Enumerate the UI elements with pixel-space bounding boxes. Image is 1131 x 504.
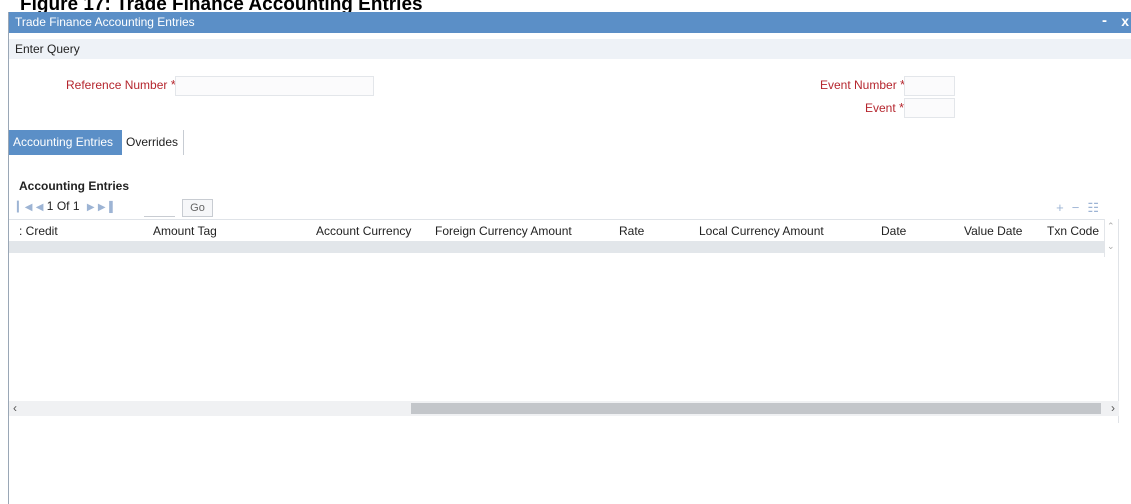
minimize-icon[interactable]: - [1102,12,1107,29]
horizontal-scrollbar[interactable]: ‹ › [9,401,1119,416]
add-row-icon[interactable]: + [1056,200,1072,215]
column-amount-tag[interactable]: Amount Tag [153,224,217,238]
column-debit-credit[interactable]: : Credit [19,224,58,238]
total-pages: 1 [72,199,80,213]
column-rate[interactable]: Rate [619,224,644,238]
tab-accounting-entries[interactable]: Accounting Entries [9,130,122,155]
scrollbar-thumb[interactable] [411,403,1101,414]
reference-number-field[interactable] [175,76,374,96]
grid-tools: +−☷ [1056,200,1107,216]
column-account-currency[interactable]: Account Currency [316,224,411,238]
enter-query-button[interactable]: Enter Query [15,42,80,56]
go-button[interactable]: Go [182,199,213,217]
prev-page-icon[interactable]: ◀ [36,202,44,213]
event-label: Event * [865,100,904,115]
event-label-text: Event [865,101,896,115]
close-icon[interactable]: x [1121,13,1129,29]
current-page: 1 [46,199,54,213]
column-value-date[interactable]: Value Date [964,224,1022,238]
scroll-down-icon[interactable]: ⌄ [1107,241,1115,252]
next-page-icon[interactable]: ▶ [87,202,95,213]
column-local-currency-amount[interactable]: Local Currency Amount [699,224,824,238]
first-page-icon[interactable]: ▎◀ [17,202,32,213]
reference-number-label: Reference Number * [66,77,176,92]
trade-finance-accounting-window: Trade Finance Accounting Entries - x Ent… [8,12,1131,504]
title-bar: Trade Finance Accounting Entries - x [9,12,1131,33]
scroll-up-icon[interactable]: ⌃ [1107,221,1115,232]
event-number-label: Event Number * [820,77,905,92]
last-page-icon[interactable]: ▶▐ [98,202,113,213]
scroll-left-icon[interactable]: ‹ [13,401,17,415]
event-field[interactable] [904,98,955,118]
remove-row-icon[interactable]: − [1072,200,1088,215]
menu-bar: Enter Query [9,39,1131,59]
event-number-label-text: Event Number [820,78,897,92]
event-number-field[interactable] [904,76,955,96]
vertical-scrollbar[interactable]: ⌃ ⌄ [1104,219,1118,257]
of-label: Of [56,199,70,213]
grid-header: : Credit Amount Tag Account Currency For… [9,219,1105,241]
section-title: Accounting Entries [19,179,130,193]
reference-number-label-text: Reference Number [66,78,168,92]
tab-overrides[interactable]: Overrides [122,130,184,155]
pager: ▎◀ ◀ 1 Of 1 ▶ ▶▐ [17,199,113,217]
page-number-input[interactable] [144,199,175,217]
column-date[interactable]: Date [881,224,906,238]
column-foreign-currency-amount[interactable]: Foreign Currency Amount [435,224,572,238]
accounting-entries-grid: : Credit Amount Tag Account Currency For… [9,219,1119,423]
column-txn-code[interactable]: Txn Code [1047,224,1099,238]
table-row[interactable] [9,241,1105,253]
window-title: Trade Finance Accounting Entries [15,15,195,29]
scroll-right-icon[interactable]: › [1111,401,1115,415]
single-view-icon[interactable]: ☷ [1087,200,1107,215]
